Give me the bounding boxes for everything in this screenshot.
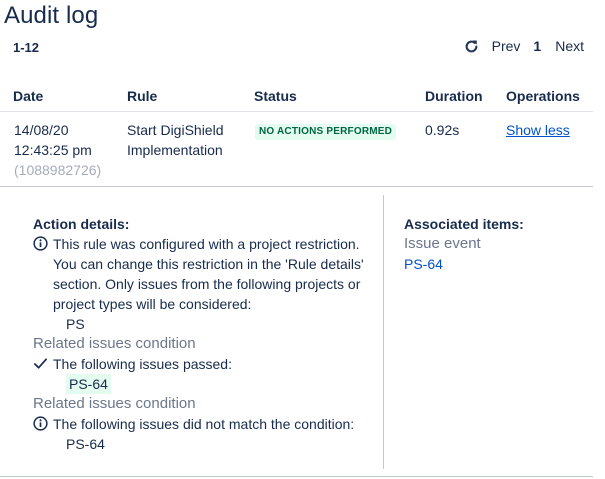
condition-2-title: Related issues condition <box>33 395 196 412</box>
execution-id: (1088982726) <box>14 162 102 178</box>
restricted-project: PS <box>66 316 85 332</box>
restriction-line-4: project types will be considered: <box>53 296 252 312</box>
cell-rule: Start DigiShield Implementation <box>127 120 224 160</box>
action-details-heading: Action details: <box>33 216 130 232</box>
details-divider <box>383 195 384 469</box>
failed-issue-key: PS-64 <box>66 436 105 452</box>
time-value: 12:43:25 pm <box>14 142 92 158</box>
info-icon <box>33 236 48 251</box>
column-header-rule: Rule <box>127 88 158 104</box>
bottom-divider <box>0 476 593 477</box>
passed-issue-key: PS-64 <box>66 374 111 394</box>
condition-1-result: The following issues passed: <box>33 354 378 374</box>
result-range: 1-12 <box>13 40 40 55</box>
header-divider <box>0 111 593 112</box>
info-icon <box>33 416 48 431</box>
current-page-number: 1 <box>533 38 542 54</box>
restriction-message: This rule was configured with a project … <box>33 234 378 254</box>
condition-2-text: The following issues did not match the c… <box>53 416 355 432</box>
show-less-link[interactable]: Show less <box>506 120 570 140</box>
column-header-operations: Operations <box>506 88 580 104</box>
associated-items-panel: Associated items: Issue event PS-64 <box>404 214 584 274</box>
duration-value: 0.92s <box>425 122 460 138</box>
date-value: 14/08/20 <box>14 122 69 138</box>
associated-issue-link[interactable]: PS-64 <box>404 254 584 274</box>
cell-date: 14/08/20 12:43:25 pm (1088982726) <box>14 120 101 180</box>
associated-items-heading: Associated items: <box>404 216 524 232</box>
next-page-link[interactable]: Next <box>555 38 584 54</box>
rule-name-line-2: Implementation <box>127 142 223 158</box>
rule-name-line-1: Start DigiShield <box>127 122 224 138</box>
issue-event-label: Issue event <box>404 235 481 252</box>
refresh-icon[interactable] <box>464 38 480 54</box>
action-details-panel: Action details: This rule was configured… <box>33 214 378 454</box>
condition-1-text: The following issues passed: <box>53 356 232 372</box>
condition-2-result: The following issues did not match the c… <box>33 414 378 434</box>
column-header-status: Status <box>254 88 297 104</box>
pagination: Prev 1 Next <box>464 38 584 54</box>
page-title: Audit log <box>4 2 99 29</box>
restriction-line-2: You can change this restriction in the '… <box>53 256 364 272</box>
restriction-line-3: section. Only issues from the following … <box>53 276 361 292</box>
row-divider <box>0 186 593 187</box>
column-header-duration: Duration <box>425 88 483 104</box>
restriction-line-1: This rule was configured with a project … <box>53 236 360 252</box>
check-icon <box>33 356 48 371</box>
status-badge: NO ACTIONS PERFORMED <box>255 124 397 140</box>
column-header-date: Date <box>13 88 44 104</box>
condition-1-title: Related issues condition <box>33 335 196 352</box>
prev-page-link[interactable]: Prev <box>492 38 521 54</box>
